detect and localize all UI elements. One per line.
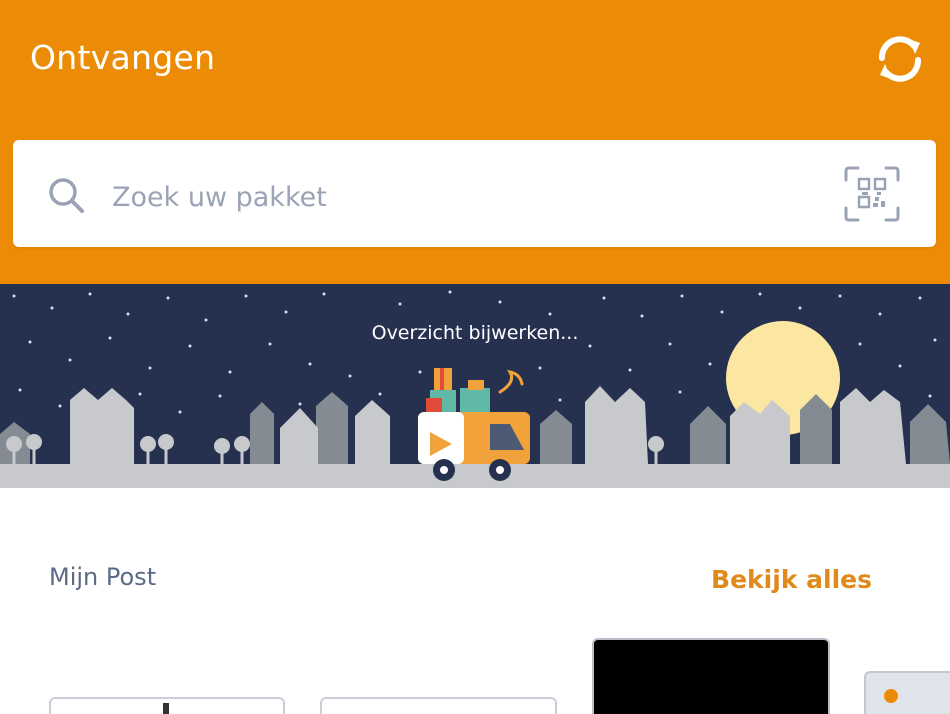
refresh-icon[interactable] bbox=[872, 31, 928, 87]
mail-card[interactable] bbox=[320, 697, 557, 714]
page-title: Ontvangen bbox=[30, 38, 216, 77]
mail-card[interactable] bbox=[592, 638, 830, 714]
search-input[interactable] bbox=[112, 175, 812, 219]
mail-card[interactable] bbox=[49, 697, 285, 714]
mail-card[interactable] bbox=[864, 671, 950, 714]
banner-status-text: Overzicht bijwerken... bbox=[371, 322, 579, 344]
banner-illustration bbox=[0, 284, 950, 488]
my-post-title: Mijn Post bbox=[49, 563, 157, 591]
search-icon bbox=[49, 178, 84, 213]
view-all-link[interactable]: Bekijk alles bbox=[711, 565, 872, 594]
qr-scan-icon[interactable] bbox=[843, 165, 901, 223]
